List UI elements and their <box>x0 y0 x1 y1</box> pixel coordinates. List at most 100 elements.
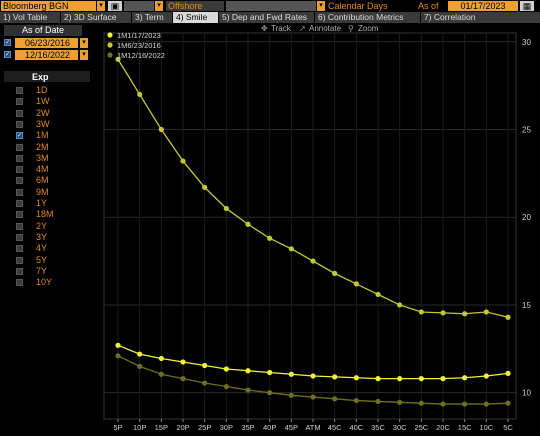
expiry-item-1y[interactable]: 1Y <box>36 198 47 209</box>
series-2-point[interactable] <box>375 398 381 405</box>
series-1-point[interactable] <box>332 270 338 276</box>
series-1-point[interactable] <box>310 258 316 264</box>
expiry-item-1m[interactable]: 1M <box>36 130 49 141</box>
expiry-checkbox-1d[interactable] <box>16 87 23 94</box>
series-1-point[interactable] <box>397 302 403 308</box>
tab-smile[interactable]: 4) Smile <box>173 12 218 23</box>
date-field-1[interactable]: 06/23/2016 <box>15 38 78 48</box>
date1-dropdown-icon[interactable]: ▾ <box>80 38 88 48</box>
series-1-point[interactable] <box>158 126 164 133</box>
expiry-checkbox-10y[interactable] <box>16 279 23 287</box>
series-2-point[interactable] <box>137 363 143 369</box>
series-0-point[interactable] <box>353 375 359 381</box>
series-0-point[interactable] <box>137 351 143 357</box>
expiry-item-6m[interactable]: 6M <box>36 175 49 186</box>
tab-contribution-metrics[interactable]: 6) Contribution Metrics <box>315 12 420 23</box>
field5-dropdown-icon[interactable]: ▾ <box>317 1 325 11</box>
expiry-item-2m[interactable]: 2M <box>36 142 49 153</box>
expiry-item-2y[interactable]: 2Y <box>36 221 47 232</box>
track-icon[interactable]: ✥ <box>261 24 268 33</box>
track-button[interactable]: Track <box>271 24 292 33</box>
expiry-item-4m[interactable]: 4M <box>36 164 49 175</box>
tab-vol-table[interactable]: 1) Vol Table <box>0 12 60 23</box>
expiry-checkbox-2m[interactable] <box>16 143 23 151</box>
series-1-point[interactable] <box>375 291 381 298</box>
field5-input[interactable] <box>226 1 316 11</box>
series-0-point[interactable] <box>115 342 121 348</box>
series-2-point[interactable] <box>202 380 208 386</box>
expiry-checkbox-18m[interactable] <box>16 211 23 219</box>
series-2-point[interactable] <box>223 383 229 390</box>
series-0-point[interactable] <box>397 376 403 382</box>
save-icon[interactable]: ▣ <box>108 1 122 11</box>
series-1-point[interactable] <box>267 235 273 241</box>
annotate-button[interactable]: Annotate <box>309 24 342 33</box>
expiry-checkbox-2w[interactable] <box>16 109 23 117</box>
source-dropdown-icon[interactable]: ▾ <box>97 1 105 11</box>
series-2-point[interactable] <box>505 400 511 406</box>
zoom-button[interactable]: Zoom <box>358 24 379 33</box>
series-2-point[interactable] <box>418 400 424 406</box>
zoom-icon[interactable]: ⚲ <box>348 24 354 33</box>
expiry-checkbox-9m[interactable] <box>16 188 23 196</box>
date2-dropdown-icon[interactable]: ▾ <box>80 50 88 60</box>
annotate-icon[interactable]: ↗ <box>299 24 306 33</box>
expiry-checkbox-3m[interactable] <box>16 154 23 162</box>
series-1-point[interactable] <box>462 311 468 317</box>
expiry-item-10y[interactable]: 10Y <box>36 277 52 288</box>
series-1-point[interactable] <box>245 221 251 227</box>
series-1-point[interactable] <box>505 314 511 320</box>
series-2-point[interactable] <box>180 376 186 382</box>
expiry-item-2w[interactable]: 2W <box>36 108 50 119</box>
series-0-point[interactable] <box>440 376 446 382</box>
expiry-checkbox-7y[interactable] <box>16 267 23 275</box>
expiry-item-18m[interactable]: 18M <box>36 209 54 220</box>
series-2-point[interactable] <box>462 401 468 407</box>
series-0-point[interactable] <box>158 355 164 362</box>
series-2-point[interactable] <box>397 399 403 405</box>
expiry-checkbox-1m[interactable]: ✓ <box>16 132 23 140</box>
series-0-point[interactable] <box>375 376 381 382</box>
tab-dep-fwd-rates[interactable]: 5) Dep and Fwd Rates <box>219 12 314 23</box>
series-0-point[interactable] <box>245 368 251 374</box>
location-field[interactable]: Offshore <box>166 1 224 11</box>
series-2-point[interactable] <box>115 353 121 359</box>
expiry-checkbox-3y[interactable] <box>16 233 23 241</box>
series-0-point[interactable] <box>288 371 294 377</box>
expiry-item-5y[interactable]: 5Y <box>36 255 47 266</box>
expiry-checkbox-6m[interactable] <box>16 177 23 185</box>
series-2-point[interactable] <box>158 371 164 377</box>
tab-3d-surface[interactable]: 2) 3D Surface <box>61 12 131 23</box>
series-1-point[interactable] <box>137 91 143 98</box>
expiry-checkbox-1y[interactable] <box>16 200 23 207</box>
series-2-point[interactable] <box>245 387 251 393</box>
series-0-point[interactable] <box>223 366 229 372</box>
series-0-point[interactable] <box>462 375 468 381</box>
expiry-item-9m[interactable]: 9M <box>36 187 49 198</box>
expiry-item-1w[interactable]: 1W <box>36 96 50 107</box>
series-0-point[interactable] <box>418 376 424 382</box>
expiry-checkbox-4y[interactable] <box>16 245 23 253</box>
expiry-checkbox-1w[interactable] <box>16 98 23 106</box>
days-mode-label[interactable]: Calendar Days <box>328 1 408 11</box>
expiry-checkbox-5y[interactable] <box>16 256 23 264</box>
series-1-point[interactable] <box>180 158 186 164</box>
series-1-point[interactable] <box>223 205 229 212</box>
series-1-point[interactable] <box>418 309 424 315</box>
calendar-icon[interactable]: ▦ <box>520 1 534 11</box>
series-0-point[interactable] <box>310 373 316 379</box>
expiry-item-3w[interactable]: 3W <box>36 119 50 130</box>
date-checkbox-2[interactable]: ✓ <box>4 51 11 58</box>
series-0-point[interactable] <box>505 370 511 376</box>
field2-dropdown-icon[interactable]: ▾ <box>155 1 163 11</box>
series-2-point[interactable] <box>332 396 338 402</box>
series-1-point[interactable] <box>288 246 294 252</box>
series-1-point[interactable] <box>483 309 489 315</box>
series-2-point[interactable] <box>288 392 294 398</box>
series-2-point[interactable] <box>310 394 316 400</box>
series-1-point[interactable] <box>440 310 446 316</box>
series-0-point[interactable] <box>483 373 489 379</box>
asof-date-field[interactable]: 01/17/2023 <box>448 1 518 11</box>
expiry-checkbox-2y[interactable] <box>16 222 23 230</box>
expiry-checkbox-4m[interactable] <box>16 166 23 174</box>
